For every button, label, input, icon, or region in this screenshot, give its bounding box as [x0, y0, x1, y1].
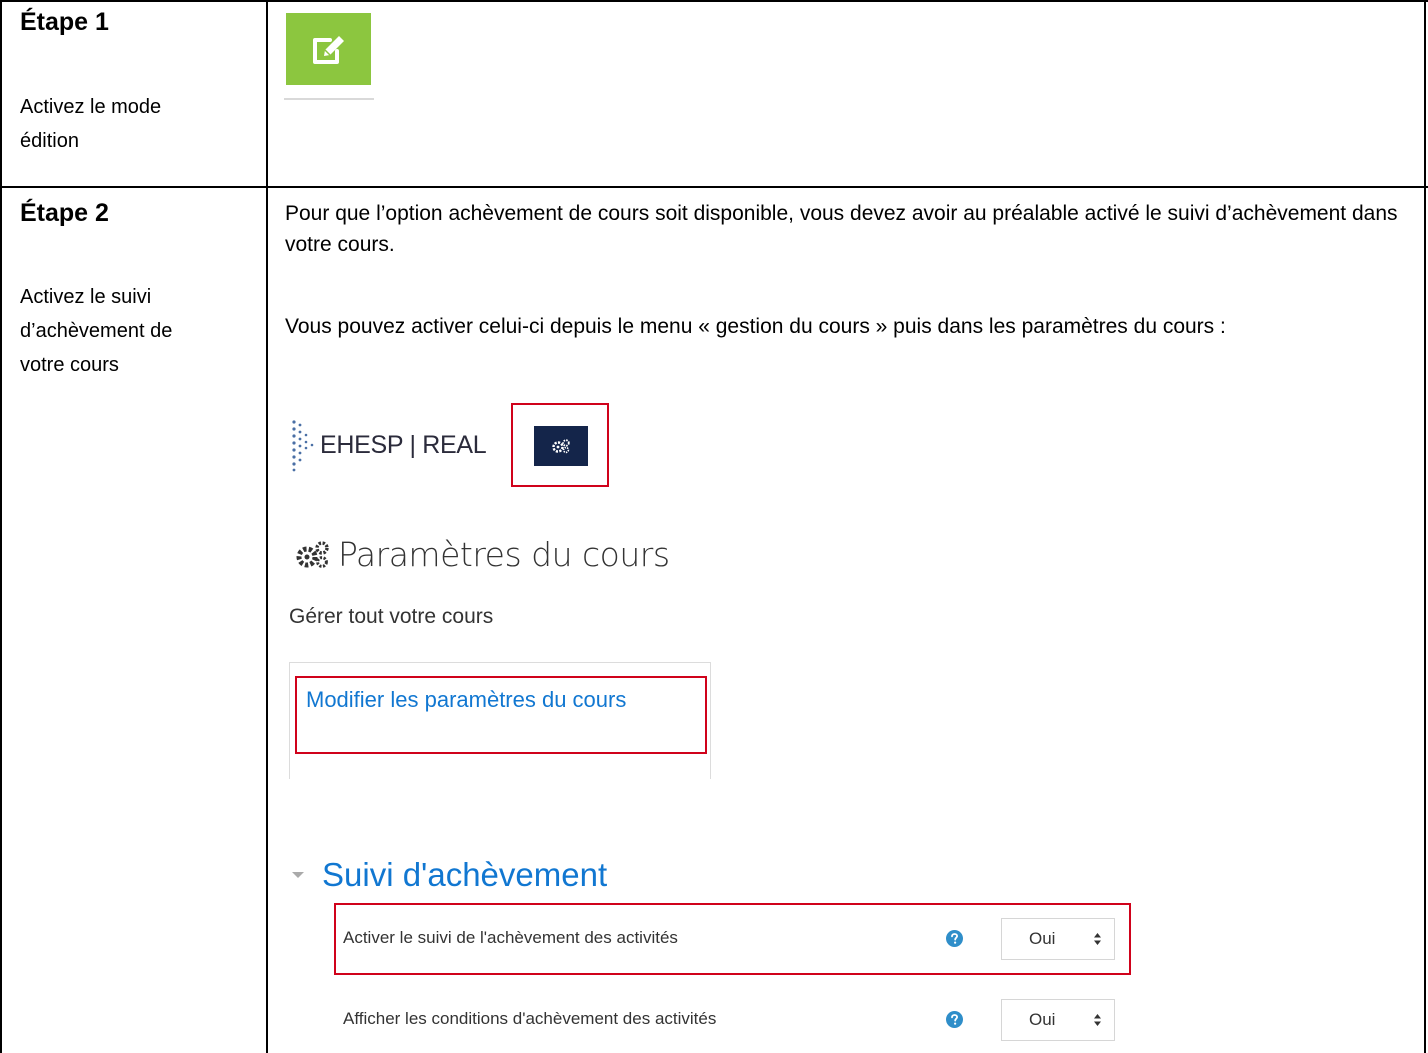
- show-conditions-select[interactable]: Oui: [1001, 999, 1115, 1041]
- params-heading: Paramètres du cours: [294, 535, 670, 574]
- table-border-top: [0, 0, 1428, 2]
- table-row-divider: [0, 186, 1428, 188]
- step-2-description: Activez le suivi d’achèvement de votre c…: [20, 286, 173, 376]
- edit-course-settings-link[interactable]: Modifier les paramètres du cours: [306, 684, 666, 716]
- question-circle-icon[interactable]: [946, 930, 963, 947]
- step-2-paragraph-1: Pour que l’option achèvement de cours so…: [285, 202, 1398, 256]
- gear-highlight-frame: [511, 403, 609, 487]
- up-down-arrows-icon: [1094, 1014, 1101, 1026]
- logo-text: EHESP | REAL: [320, 430, 487, 459]
- enable-tracking-select[interactable]: Oui: [1001, 918, 1115, 960]
- params-title: Paramètres du cours: [338, 535, 670, 574]
- setting-label-enable-tracking: Activer le suivi de l'achèvement des act…: [343, 928, 678, 947]
- params-subtitle: Gérer tout votre cours: [289, 605, 494, 628]
- setting-label-show-conditions: Afficher les conditions d'achèvement des…: [343, 1009, 717, 1028]
- step-1-description: Activez le mode édition: [20, 96, 162, 152]
- course-management-button[interactable]: [534, 426, 588, 466]
- select-value: Oui: [1029, 1010, 1056, 1029]
- completion-section-header[interactable]: Suivi d'achèvement: [290, 856, 607, 894]
- step-2-title: Étape 2: [20, 199, 109, 227]
- step-2-paragraph-2: Vous pouvez activer celui-ci depuis le m…: [285, 315, 1226, 338]
- select-value: Oui: [1029, 929, 1056, 948]
- site-logo[interactable]: EHESP | REAL: [290, 415, 487, 475]
- table-border-right: [1424, 0, 1426, 1053]
- cogs-icon: [296, 540, 329, 568]
- edit-button-underline: [284, 98, 374, 100]
- step-1-title: Étape 1: [20, 8, 109, 36]
- dot-pattern-logo-icon: [292, 420, 314, 472]
- edit-mode-button[interactable]: [286, 13, 371, 85]
- triangle-down-icon: [292, 872, 304, 878]
- section-title: Suivi d'achèvement: [322, 856, 608, 893]
- pencil-square-icon: [313, 36, 344, 64]
- up-down-arrows-icon: [1094, 933, 1101, 945]
- table-border-left: [0, 0, 2, 1053]
- cogs-icon: [552, 439, 570, 454]
- table-column-divider: [266, 0, 268, 1053]
- instruction-table: Étape 1 Activez le mode édition Étape 2 …: [0, 0, 1428, 1053]
- question-circle-icon[interactable]: [946, 1011, 963, 1028]
